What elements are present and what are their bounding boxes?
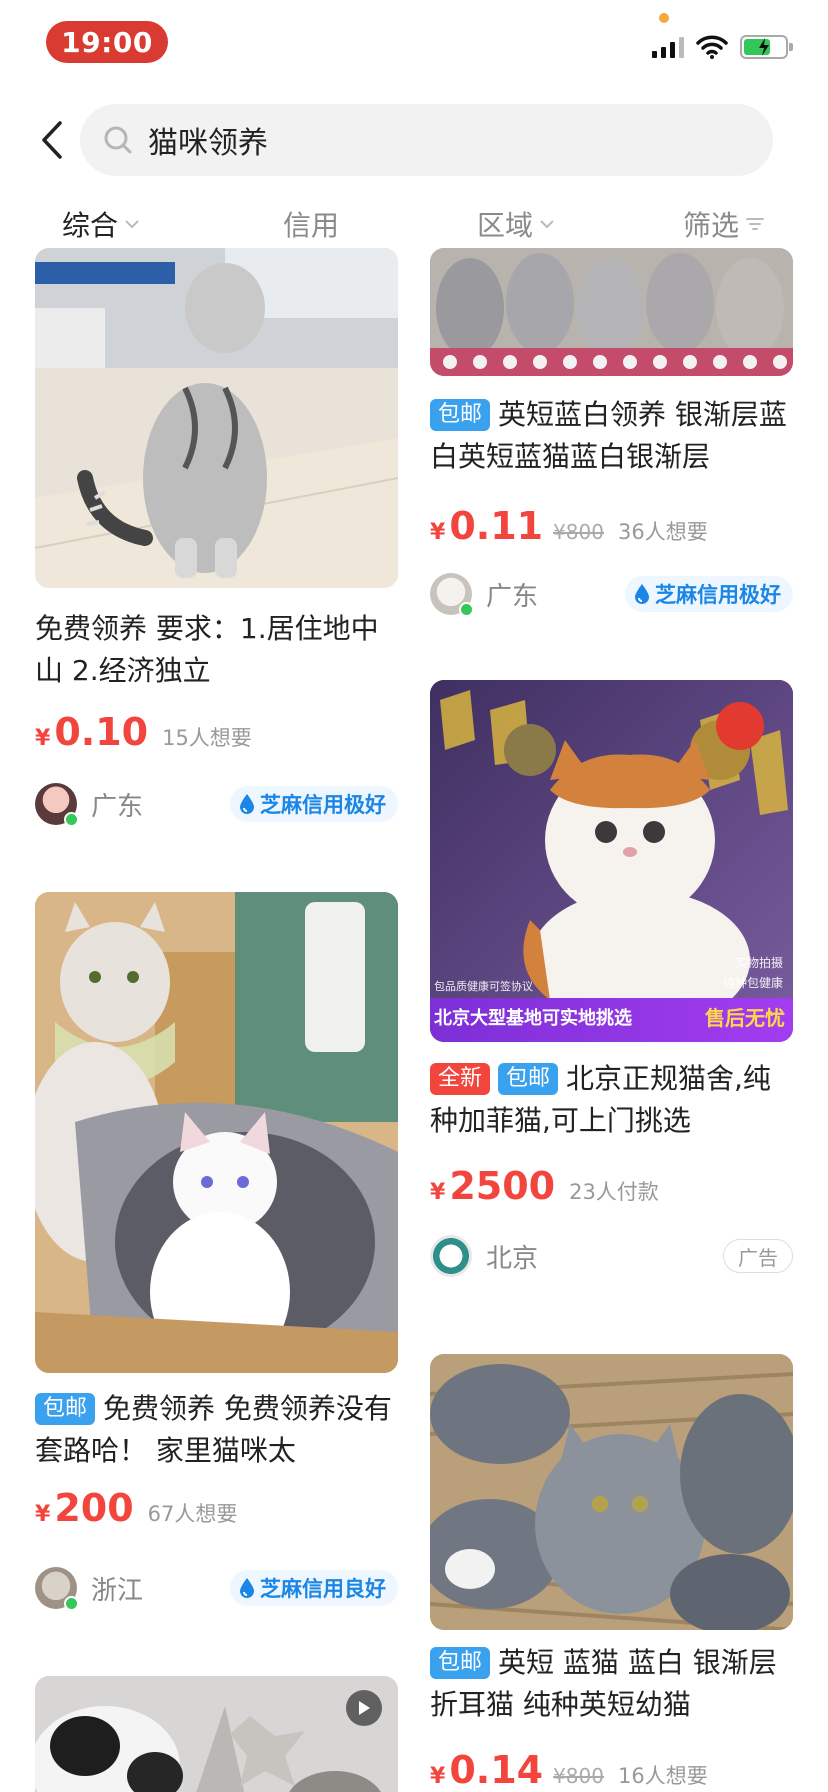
original-price: ¥800 xyxy=(553,520,604,544)
seller-region: 北京 xyxy=(486,1243,539,1274)
listing-image[interactable] xyxy=(35,1676,398,1792)
listing-title[interactable]: 全新 包邮 北京正规猫舍,纯种加菲猫,可上门挑选 xyxy=(430,1058,793,1142)
credit-badge: 芝麻信用极好 xyxy=(625,576,793,612)
image-badge-text: 实物拍摄 xyxy=(734,956,783,970)
water-drop-icon xyxy=(240,794,254,814)
image-banner-left: 北京大型基地可实地挑选 xyxy=(434,1008,632,1029)
want-count: 16人想要 xyxy=(617,1764,708,1788)
tab-label: 综合 xyxy=(62,209,119,242)
currency-symbol: ¥ xyxy=(430,520,446,545)
want-count: 15人想要 xyxy=(162,726,252,750)
currency-symbol: ¥ xyxy=(35,726,51,751)
listing-price: 0.10 xyxy=(54,710,149,754)
filter-icon xyxy=(746,218,765,230)
water-drop-icon xyxy=(635,584,649,604)
tab-credit[interactable]: 信用 xyxy=(283,204,339,244)
want-count: 67人想要 xyxy=(147,1502,238,1526)
listing-image[interactable] xyxy=(430,1354,793,1630)
avatar[interactable] xyxy=(35,783,79,827)
listing-price: 0.11 xyxy=(449,504,544,548)
tab-filter[interactable]: 筛选 xyxy=(683,204,765,244)
listing-title[interactable]: 包邮 英短蓝白领养 银渐层蓝白英短蓝猫蓝白银渐层 xyxy=(430,394,793,478)
tab-label: 区域 xyxy=(477,209,534,242)
tab-label: 筛选 xyxy=(683,209,740,242)
tab-label: 信用 xyxy=(283,209,340,242)
tab-region[interactable]: 区域 xyxy=(477,204,555,244)
image-banner-right: 售后无忧 xyxy=(705,1006,785,1030)
tab-comprehensive[interactable]: 综合 xyxy=(62,204,140,244)
privacy-indicator-dot xyxy=(659,13,669,23)
listing-price: 2500 xyxy=(449,1164,556,1208)
status-icons xyxy=(652,32,793,62)
back-button[interactable] xyxy=(30,118,74,162)
price-row: ¥ 0.10 15人想要 xyxy=(35,710,252,754)
avatar[interactable] xyxy=(430,573,474,617)
credit-label: 芝麻信用极好 xyxy=(260,793,386,817)
seller-row: 广东 芝麻信用极好 xyxy=(35,782,398,827)
free-shipping-tag: 包邮 xyxy=(35,1393,96,1425)
credit-label: 芝麻信用极好 xyxy=(655,583,781,607)
listing-title[interactable]: 包邮 免费领养 免费领养没有套路哈！ 家里猫咪太 xyxy=(35,1388,398,1472)
image-sub-text: 纯种包健康 xyxy=(722,976,783,990)
chevron-down-icon xyxy=(540,220,554,229)
credit-badge: 芝麻信用极好 xyxy=(230,786,398,822)
status-bar: 19:00 xyxy=(0,0,828,90)
ad-badge: 广告 xyxy=(723,1239,793,1273)
online-indicator xyxy=(64,1596,79,1611)
currency-symbol: ¥ xyxy=(35,1502,51,1527)
listing-title[interactable]: 包邮 英短 蓝猫 蓝白 银渐层 折耳猫 纯种英短幼猫 xyxy=(430,1642,793,1726)
free-shipping-tag: 包邮 xyxy=(430,1647,491,1679)
avatar[interactable] xyxy=(35,1567,79,1611)
credit-label: 芝麻信用良好 xyxy=(260,1577,386,1601)
seller-row: 北京 广告 xyxy=(430,1234,793,1278)
want-count: 36人想要 xyxy=(617,520,708,544)
seller-row: 广东 芝麻信用极好 xyxy=(430,572,793,617)
seller-region: 广东 xyxy=(91,791,144,822)
price-row: ¥ 2500 23人付款 xyxy=(430,1164,659,1208)
free-shipping-tag: 包邮 xyxy=(430,399,491,431)
listing-price: 200 xyxy=(54,1486,134,1530)
chevron-down-icon xyxy=(125,220,139,229)
cellular-signal-icon xyxy=(652,36,684,58)
currency-symbol: ¥ xyxy=(430,1180,446,1205)
battery-icon xyxy=(740,35,793,59)
status-time: 19:00 xyxy=(46,21,168,63)
listing-image[interactable]: 实物拍摄 纯种包健康 包品质健康可签协议 北京大型基地可实地挑选 售后无忧 xyxy=(430,680,793,1042)
search-input[interactable] xyxy=(148,122,708,158)
new-tag: 全新 xyxy=(430,1063,491,1095)
price-row: ¥ 200 67人想要 xyxy=(35,1486,237,1530)
water-drop-icon xyxy=(240,1578,254,1598)
filter-tabs: 综合 信用 区域 筛选 xyxy=(0,196,828,252)
currency-symbol: ¥ xyxy=(430,1764,446,1789)
wifi-icon xyxy=(696,35,728,59)
search-icon xyxy=(104,126,132,154)
listing-image[interactable] xyxy=(35,248,398,588)
credit-badge: 芝麻信用良好 xyxy=(230,1570,398,1606)
paid-count: 23人付款 xyxy=(569,1180,659,1204)
price-row: ¥ 0.11 ¥800 36人想要 xyxy=(430,504,708,548)
listing-image[interactable] xyxy=(35,892,398,1373)
original-price: ¥800 xyxy=(553,1764,604,1788)
avatar[interactable] xyxy=(430,1235,472,1277)
search-bar[interactable] xyxy=(80,104,773,176)
seller-row: 浙江 芝麻信用良好 xyxy=(35,1566,398,1611)
seller-region: 广东 xyxy=(486,581,539,612)
online-indicator xyxy=(64,812,79,827)
listing-price: 0.14 xyxy=(449,1748,544,1792)
seller-region: 浙江 xyxy=(91,1575,144,1606)
listing-title[interactable]: 免费领养 要求：1.居住地中山 2.经济独立 xyxy=(35,608,398,692)
price-row: ¥ 0.14 ¥800 16人想要 xyxy=(430,1748,708,1792)
video-play-icon[interactable] xyxy=(346,1690,382,1726)
search-header xyxy=(0,100,828,180)
free-shipping-tag: 包邮 xyxy=(498,1063,559,1095)
listing-image[interactable] xyxy=(430,248,793,376)
chevron-left-icon xyxy=(42,121,62,159)
online-indicator xyxy=(459,602,474,617)
image-protocol-text: 包品质健康可签协议 xyxy=(434,980,533,993)
